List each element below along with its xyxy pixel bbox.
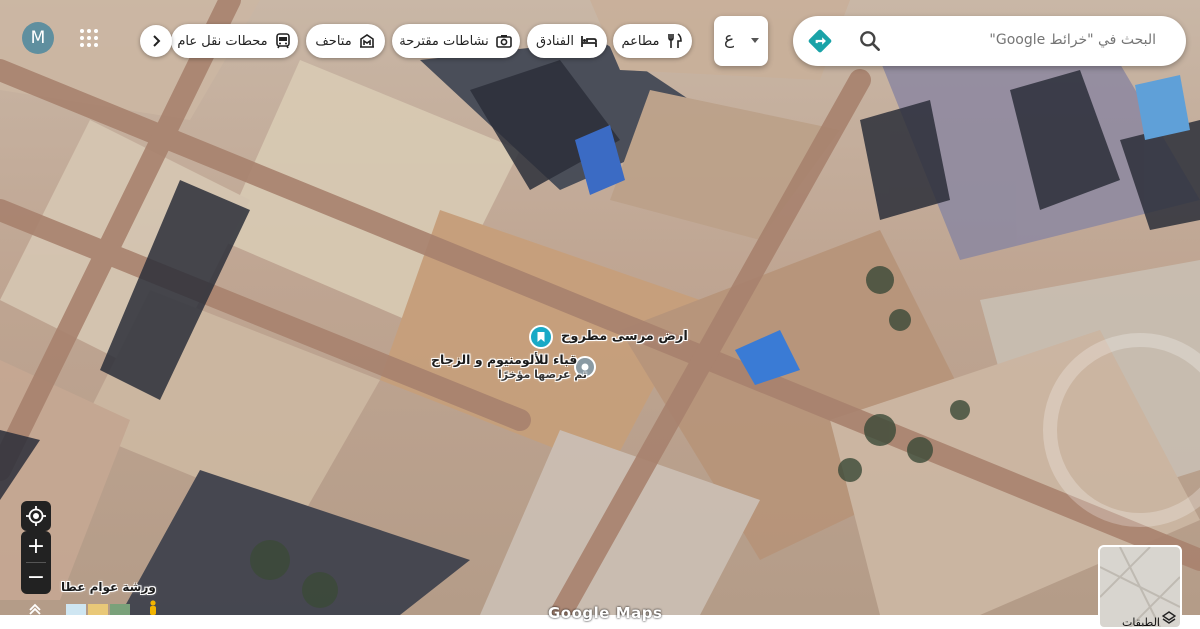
search-input[interactable] <box>894 31 1158 49</box>
search-icon[interactable] <box>857 28 883 54</box>
place-label-workshop[interactable]: ورشة عوام عطا <box>61 580 156 594</box>
imagery-thumbnails[interactable] <box>66 604 130 615</box>
directions-icon[interactable] <box>807 28 833 54</box>
place-label-recent[interactable]: قباء للألومنيوم و الزجاج <box>431 352 577 367</box>
chevron-right-icon <box>153 35 161 47</box>
zoom-controls: + − <box>21 531 51 594</box>
language-selector[interactable]: ع <box>714 16 768 66</box>
satellite-map[interactable] <box>0 0 1200 615</box>
saved-place-pin-icon[interactable] <box>529 325 553 349</box>
google-maps-watermark: Google Maps <box>548 604 663 622</box>
chip-label: الفنادق <box>536 33 574 49</box>
chip-transit[interactable]: محطات نقل عام <box>171 24 298 58</box>
layers-icon <box>1162 611 1176 624</box>
chip-things-to-do[interactable]: نشاطات مقترحة <box>392 24 520 58</box>
layers-button[interactable]: الطبقات <box>1098 545 1182 629</box>
language-value: ع <box>724 29 735 49</box>
satellite-imagery <box>0 0 1200 615</box>
apps-grid-icon[interactable] <box>78 27 100 49</box>
chip-label: مطاعم <box>621 33 660 49</box>
museum-icon <box>359 34 374 48</box>
chip-label: متاحف <box>315 33 352 49</box>
chip-museums[interactable]: متاحف <box>306 24 385 58</box>
zoom-out-button[interactable]: − <box>21 563 51 593</box>
my-location-button[interactable] <box>21 501 51 531</box>
restaurant-icon <box>667 33 682 48</box>
chip-label: محطات نقل عام <box>177 33 268 49</box>
transit-icon <box>275 33 290 49</box>
chip-hotels[interactable]: الفنادق <box>527 24 607 58</box>
chips-scroll-button[interactable] <box>140 25 172 57</box>
dropdown-arrow-icon <box>751 38 759 43</box>
camera-icon <box>495 35 512 48</box>
place-label-recent-subtitle: تم عرضها مؤخرًا <box>498 368 588 381</box>
chip-label: نشاطات مقترحة <box>399 33 489 49</box>
search-box[interactable] <box>793 16 1186 66</box>
my-location-icon <box>26 506 46 526</box>
place-label-saved[interactable]: ارض مرسى مطروح <box>561 329 688 344</box>
layers-label: الطبقات <box>1121 616 1160 629</box>
pegman-icon[interactable] <box>146 600 160 615</box>
account-avatar[interactable]: M <box>22 22 54 54</box>
chip-restaurants[interactable]: مطاعم <box>613 24 692 58</box>
expand-up-icon[interactable] <box>27 602 43 615</box>
zoom-in-button[interactable]: + <box>21 532 51 562</box>
hotel-icon <box>581 36 597 47</box>
